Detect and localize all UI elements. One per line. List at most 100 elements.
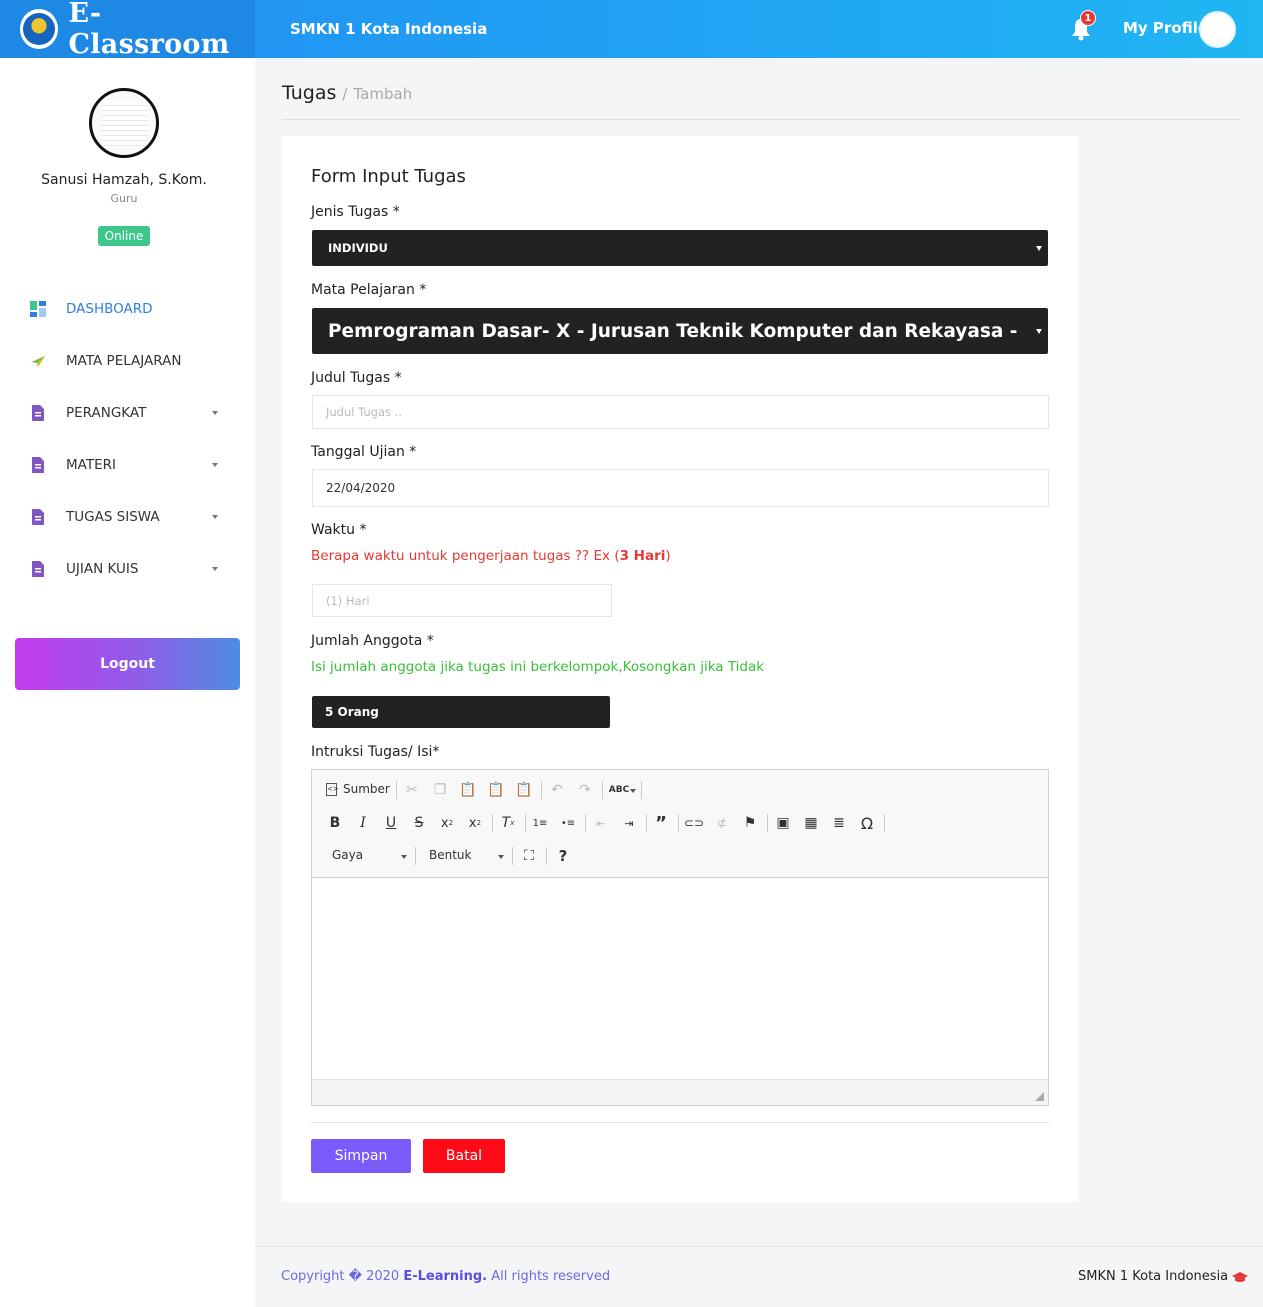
toolbar-separator bbox=[546, 847, 547, 865]
rich-text-editor: <> Sumber ✂ ❐ 📋 📋 📋 ↶ ↷ ABC B I U S x2 x… bbox=[311, 769, 1049, 1106]
superscript-icon[interactable]: x2 bbox=[466, 814, 484, 832]
judul-tugas-placeholder: Judul Tugas .. bbox=[326, 405, 402, 419]
sidebar: Sanusi Hamzah, S.Kom. Guru Online DASHBO… bbox=[0, 58, 255, 1307]
spellcheck-icon[interactable]: ABC bbox=[609, 781, 629, 799]
waktu-label: Waktu * bbox=[311, 522, 367, 538]
sidebar-item-ujian-kuis[interactable]: UJIAN KUIS bbox=[0, 549, 255, 589]
school-name: SMKN 1 Kota Indonesia bbox=[290, 20, 488, 38]
toolbar-separator bbox=[415, 847, 416, 865]
paste-icon[interactable]: 📋 bbox=[459, 781, 477, 799]
resize-handle-icon[interactable] bbox=[1035, 1092, 1044, 1101]
judul-tugas-input[interactable]: Judul Tugas .. bbox=[312, 395, 1049, 429]
mata-pelajaran-select[interactable]: Pemrograman Dasar- X - Jurusan Teknik Ko… bbox=[312, 308, 1048, 354]
chevron-down-icon bbox=[212, 463, 218, 467]
source-label: Sumber bbox=[343, 782, 390, 796]
sidebar-item-label: MATA PELAJARAN bbox=[66, 353, 182, 369]
unlink-icon[interactable]: ⊄ bbox=[713, 814, 731, 832]
school-logo-icon bbox=[20, 9, 59, 49]
cancel-button[interactable]: Batal bbox=[423, 1139, 505, 1173]
flag-icon[interactable]: ⚑ bbox=[741, 814, 759, 832]
user-avatar bbox=[89, 88, 159, 158]
sidebar-item-label: DASHBOARD bbox=[66, 301, 153, 317]
jenis-tugas-select[interactable]: INDIVIDU bbox=[312, 230, 1048, 266]
footer-brand-link[interactable]: E-Learning. bbox=[403, 1269, 487, 1284]
undo-icon[interactable]: ↶ bbox=[548, 781, 566, 799]
redo-icon[interactable]: ↷ bbox=[576, 781, 594, 799]
footer-school: SMKN 1 Kota Indonesia bbox=[1078, 1269, 1249, 1284]
numbered-list-icon[interactable]: 1≡ bbox=[531, 814, 549, 832]
instruksi-label: Intruksi Tugas/ Isi* bbox=[311, 744, 440, 760]
waktu-input[interactable]: (1) Hari bbox=[312, 584, 612, 617]
sidebar-item-tugas-siswa[interactable]: TUGAS SISWA bbox=[0, 497, 255, 537]
sidebar-item-mata-pelajaran[interactable]: MATA PELAJARAN bbox=[0, 341, 255, 381]
maximize-icon[interactable]: ⛶ bbox=[520, 847, 538, 865]
paste-text-icon[interactable]: 📋 bbox=[487, 781, 505, 799]
sidebar-item-dashboard[interactable]: DASHBOARD bbox=[0, 289, 255, 329]
jumlah-anggota-label: Jumlah Anggota * bbox=[311, 633, 434, 649]
horizontal-line-icon[interactable]: ≣ bbox=[830, 814, 848, 832]
format-combo[interactable]: Bentuk bbox=[429, 848, 471, 862]
strikethrough-icon[interactable]: S bbox=[410, 814, 428, 832]
chevron-down-icon bbox=[212, 567, 218, 571]
divider bbox=[255, 1246, 1263, 1247]
source-button[interactable]: <> Sumber bbox=[326, 782, 390, 796]
indent-icon[interactable]: ⇥ bbox=[620, 814, 638, 832]
breadcrumb-title[interactable]: Tugas bbox=[282, 82, 336, 104]
sidebar-item-perangkat[interactable]: PERANGKAT bbox=[0, 393, 255, 433]
page-title: Tugas / Tambah bbox=[282, 82, 412, 104]
breadcrumb-current: Tambah bbox=[353, 85, 413, 103]
special-char-icon[interactable]: Ω bbox=[858, 814, 876, 833]
sidebar-item-materi[interactable]: MATERI bbox=[0, 445, 255, 485]
editor-content-area[interactable] bbox=[312, 879, 1048, 1079]
toolbar-separator bbox=[512, 847, 513, 865]
divider bbox=[311, 1122, 1049, 1123]
waktu-placeholder: (1) Hari bbox=[326, 593, 370, 608]
chevron-down-icon bbox=[401, 855, 407, 859]
brand-title: E-Classroom bbox=[68, 0, 230, 60]
logout-button[interactable]: Logout bbox=[15, 638, 240, 690]
jumlah-anggota-input[interactable]: 5 Orang bbox=[312, 696, 610, 728]
link-icon[interactable]: ⊂⊃ bbox=[684, 814, 704, 832]
toolbar-separator bbox=[884, 814, 885, 832]
user-name: Sanusi Hamzah, S.Kom. bbox=[41, 172, 207, 188]
paste-word-icon[interactable]: 📋 bbox=[515, 781, 533, 799]
sidebar-item-label: PERANGKAT bbox=[66, 405, 147, 421]
underline-icon[interactable]: U bbox=[382, 814, 400, 832]
cut-icon[interactable]: ✂ bbox=[403, 781, 421, 799]
mata-pelajaran-value: Pemrograman Dasar- X - Jurusan Teknik Ko… bbox=[328, 320, 1020, 342]
italic-icon[interactable]: I bbox=[354, 814, 372, 832]
subscript-icon[interactable]: x2 bbox=[438, 814, 456, 832]
breadcrumb-separator: / bbox=[342, 85, 348, 103]
mata-pelajaran-label: Mata Pelajaran * bbox=[311, 282, 427, 298]
bullet-list-icon[interactable]: •≡ bbox=[559, 814, 577, 832]
notification-badge: 1 bbox=[1080, 10, 1096, 26]
outdent-icon[interactable]: ⇤ bbox=[592, 814, 610, 832]
bold-icon[interactable]: B bbox=[326, 814, 344, 832]
dashboard-icon bbox=[30, 301, 46, 317]
chevron-down-icon bbox=[1036, 328, 1042, 334]
style-combo[interactable]: Gaya bbox=[332, 848, 363, 862]
sidebar-item-label: UJIAN KUIS bbox=[66, 561, 139, 577]
top-bar: E-Classroom SMKN 1 Kota Indonesia 1 My P… bbox=[0, 0, 1263, 60]
image-icon[interactable]: ▣ bbox=[774, 814, 792, 832]
remove-format-icon[interactable]: Tx bbox=[499, 814, 517, 832]
brand[interactable]: E-Classroom bbox=[0, 0, 255, 60]
table-icon[interactable]: ▦ bbox=[802, 814, 820, 832]
profile-avatar[interactable] bbox=[1199, 11, 1236, 48]
blockquote-icon[interactable]: ” bbox=[652, 813, 670, 834]
copy-icon[interactable]: ❐ bbox=[431, 781, 449, 799]
toolbar-separator bbox=[678, 814, 679, 832]
form-title: Form Input Tugas bbox=[311, 166, 466, 187]
help-icon[interactable]: ? bbox=[554, 847, 572, 865]
tanggal-ujian-input[interactable]: 22/04/2020 bbox=[312, 469, 1049, 507]
tanggal-ujian-value: 22/04/2020 bbox=[326, 481, 396, 495]
chevron-down-icon bbox=[498, 855, 504, 859]
save-button[interactable]: Simpan bbox=[311, 1139, 411, 1173]
form-card: Form Input Tugas Jenis Tugas * INDIVIDU … bbox=[282, 136, 1078, 1202]
chevron-down-icon bbox=[1036, 245, 1042, 251]
sidebar-item-label: TUGAS SISWA bbox=[66, 509, 160, 525]
source-icon: <> bbox=[326, 782, 339, 796]
judul-tugas-label: Judul Tugas * bbox=[311, 370, 402, 386]
my-profile-link[interactable]: My Profile bbox=[1123, 19, 1208, 37]
jenis-tugas-value: INDIVIDU bbox=[328, 241, 388, 255]
